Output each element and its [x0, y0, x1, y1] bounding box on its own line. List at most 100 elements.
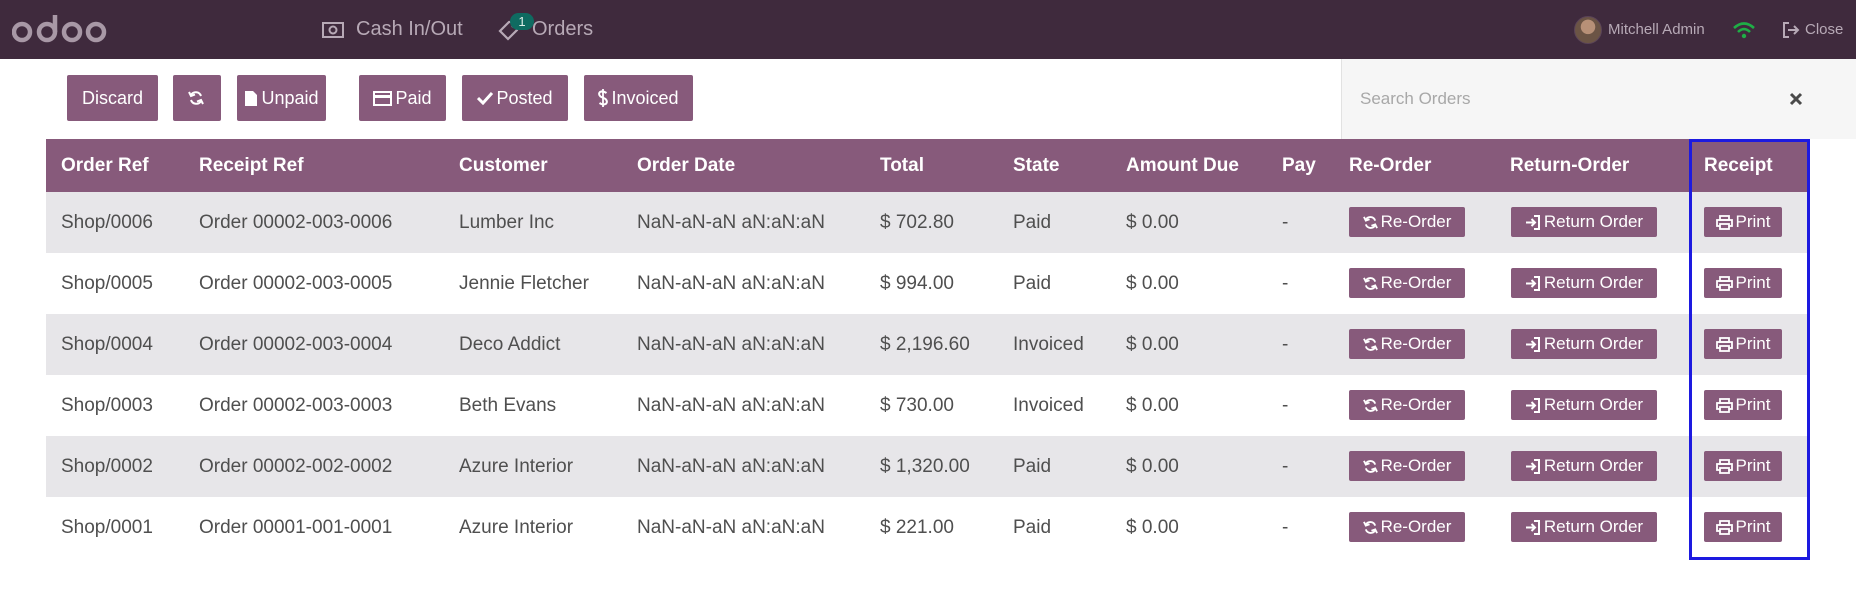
unpaid-label: Unpaid [261, 87, 319, 108]
search-input[interactable] [1360, 81, 1780, 117]
print-receipt-button[interactable]: Print [1704, 329, 1782, 359]
print-receipt-button[interactable]: Print [1704, 451, 1782, 481]
amount-due-cell: $ 0.00 [1126, 333, 1179, 355]
re-order-label: Re-Order [1380, 334, 1452, 353]
return-order-button[interactable]: Return Order [1511, 329, 1657, 359]
state-cell: Paid [1013, 516, 1052, 538]
order-date-cell: NaN-aN-aN aN:aN:aN [637, 394, 825, 416]
posted-filter-button[interactable]: Posted [462, 75, 568, 121]
print-receipt-button[interactable]: Print [1704, 207, 1782, 237]
odoo-logo [12, 15, 107, 43]
amount-due-cell: $ 0.00 [1126, 394, 1179, 416]
invoiced-filter-button[interactable]: Invoiced [584, 75, 693, 121]
table-row[interactable]: Shop/0005 Order 00002-003-0005 Jennie Fl… [46, 253, 1810, 314]
total-cell: $ 994.00 [880, 272, 954, 294]
top-navbar: Cash In/Out Orders 1 Mitchell Admin Clos… [0, 0, 1856, 59]
print-label: Print [1735, 212, 1771, 231]
state-cell: Paid [1013, 272, 1052, 294]
sign-in-icon [1525, 519, 1540, 535]
return-order-button[interactable]: Return Order [1511, 512, 1657, 542]
customer-cell: Azure Interior [459, 455, 574, 477]
print-receipt-button[interactable]: Print [1704, 512, 1782, 542]
return-order-button[interactable]: Return Order [1511, 390, 1657, 420]
order-date-cell: NaN-aN-aN aN:aN:aN [637, 211, 825, 233]
customer-cell: Deco Addict [459, 333, 561, 355]
header-order-ref: Order Ref [61, 154, 149, 176]
paid-filter-button[interactable]: Paid [359, 75, 446, 121]
pay-cell: - [1282, 211, 1289, 233]
header-re-order: Re-Order [1349, 154, 1432, 176]
refresh-button[interactable] [173, 75, 221, 121]
re-order-button[interactable]: Re-Order [1349, 268, 1465, 298]
state-cell: Paid [1013, 211, 1052, 233]
close-button[interactable]: Close [1782, 0, 1843, 59]
refresh-icon [1362, 337, 1378, 351]
search-bar [1341, 59, 1856, 139]
table-row[interactable]: Shop/0002 Order 00002-002-0002 Azure Int… [46, 436, 1810, 497]
table-row[interactable]: Shop/0006 Order 00002-003-0006 Lumber In… [46, 192, 1810, 253]
print-icon [1715, 336, 1733, 352]
order-date-cell: NaN-aN-aN aN:aN:aN [637, 455, 825, 477]
customer-cell: Azure Interior [459, 516, 574, 538]
user-name: Mitchell Admin [1608, 21, 1705, 38]
money-icon [322, 21, 344, 38]
return-order-label: Return Order [1543, 334, 1644, 353]
filter-toolbar: Discard Unpaid Paid Posted Invoiced [46, 59, 1340, 139]
table-row[interactable]: Shop/0004 Order 00002-003-0004 Deco Addi… [46, 314, 1810, 375]
discard-label: Discard [81, 87, 143, 108]
return-order-button[interactable]: Return Order [1511, 207, 1657, 237]
header-total: Total [880, 154, 924, 176]
wifi-status-icon [1732, 0, 1756, 59]
sign-in-icon [1525, 458, 1540, 474]
user-menu[interactable]: Mitchell Admin [1574, 0, 1705, 59]
return-order-label: Return Order [1543, 456, 1644, 475]
pay-cell: - [1282, 516, 1289, 538]
order-ref-cell: Shop/0002 [61, 455, 153, 477]
orders-table: Order Ref Receipt Ref Customer Order Dat… [46, 139, 1810, 602]
customer-cell: Beth Evans [459, 394, 557, 416]
print-icon [1715, 397, 1733, 413]
re-order-button[interactable]: Re-Order [1349, 329, 1465, 359]
re-order-button[interactable]: Re-Order [1349, 207, 1465, 237]
close-label: Close [1805, 21, 1844, 38]
print-icon [1715, 214, 1733, 230]
refresh-icon [1362, 520, 1378, 534]
orders-count-badge: 1 [510, 13, 534, 30]
return-order-button[interactable]: Return Order [1511, 268, 1657, 298]
total-cell: $ 702.80 [880, 211, 954, 233]
return-order-label: Return Order [1543, 395, 1644, 414]
table-row[interactable]: Shop/0003 Order 00002-003-0003 Beth Evan… [46, 375, 1810, 436]
file-icon [245, 90, 258, 106]
pay-cell: - [1282, 394, 1289, 416]
amount-due-cell: $ 0.00 [1126, 455, 1179, 477]
re-order-button[interactable]: Re-Order [1349, 451, 1465, 481]
receipt-ref-cell: Order 00002-003-0004 [199, 333, 393, 355]
order-ref-cell: Shop/0005 [61, 272, 153, 294]
re-order-button[interactable]: Re-Order [1349, 390, 1465, 420]
sign-out-icon [1783, 21, 1800, 38]
print-receipt-button[interactable]: Print [1704, 390, 1782, 420]
header-receipt-ref: Receipt Ref [199, 154, 304, 176]
re-order-button[interactable]: Re-Order [1349, 512, 1465, 542]
header-order-date: Order Date [637, 154, 736, 176]
re-order-label: Re-Order [1380, 517, 1452, 536]
header-state: State [1013, 154, 1060, 176]
discard-button[interactable]: Discard [67, 75, 158, 121]
pay-cell: - [1282, 272, 1289, 294]
return-order-label: Return Order [1543, 273, 1644, 292]
clear-search-button[interactable] [1782, 85, 1810, 113]
unpaid-filter-button[interactable]: Unpaid [237, 75, 326, 121]
print-receipt-button[interactable]: Print [1704, 268, 1782, 298]
refresh-icon [1362, 398, 1378, 412]
re-order-label: Re-Order [1380, 395, 1452, 414]
paid-label: Paid [395, 87, 432, 108]
orders-label: Orders [532, 18, 594, 40]
orders-button[interactable]: Orders [498, 0, 593, 59]
header-amount-due: Amount Due [1126, 154, 1239, 176]
return-order-button[interactable]: Return Order [1511, 451, 1657, 481]
invoiced-label: Invoiced [611, 87, 679, 108]
receipt-ref-cell: Order 00002-003-0006 [199, 211, 393, 233]
table-row[interactable]: Shop/0001 Order 00001-001-0001 Azure Int… [46, 497, 1810, 558]
cash-in-out-button[interactable]: Cash In/Out [322, 0, 463, 59]
print-icon [1715, 519, 1733, 535]
